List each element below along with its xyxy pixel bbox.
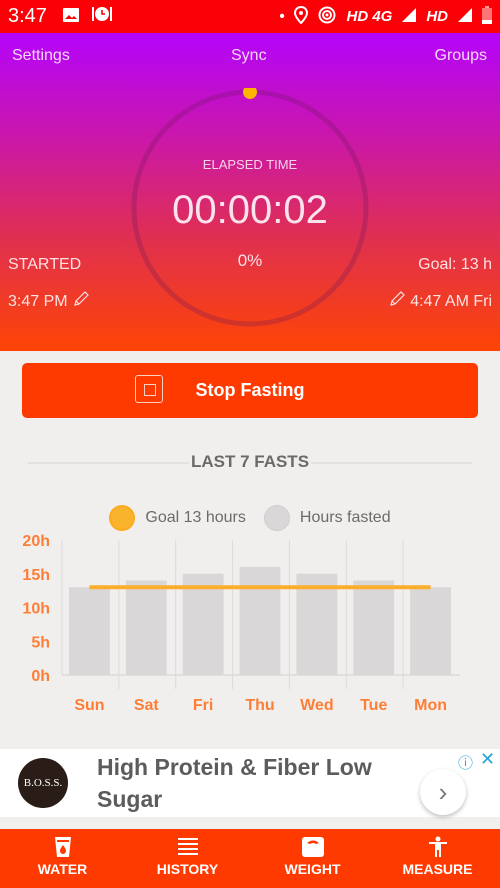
tab-history[interactable]: HISTORY (125, 829, 250, 888)
goal-label[interactable]: Goal: 13 h (418, 256, 492, 274)
legend-goal-swatch (109, 505, 136, 531)
legend-hours-swatch (263, 505, 290, 531)
tab-measure-label: MEASURE (402, 861, 473, 877)
battery-icon (482, 5, 492, 28)
tab-water[interactable]: WATER (0, 829, 125, 888)
legend-goal-label: Goal 13 hours (145, 509, 246, 526)
started-label: STARTED (8, 256, 82, 273)
bar-thu (239, 567, 281, 675)
goal-end-value: 4:47 AM Fri (410, 292, 492, 310)
image-icon (62, 6, 79, 28)
x-tick-label: Fri (193, 697, 213, 714)
status-time: 3:47 (8, 5, 47, 27)
stop-fasting-label: Stop Fasting (195, 380, 305, 400)
y-tick-label: 5h (31, 634, 50, 651)
section-title: LAST 7 FASTS (188, 452, 312, 472)
bar-tue (353, 580, 395, 675)
network-label-1: HD 4G (346, 8, 393, 25)
dot-icon: • (279, 8, 285, 25)
started-time-edit[interactable]: 3:47 PM (8, 290, 90, 313)
settings-link[interactable]: Settings (12, 47, 70, 65)
y-tick-label: 20h (22, 533, 50, 550)
legend-item-hours: Hours fasted (263, 505, 391, 531)
bottom-nav: WATER HISTORY WEIGHT MEASURE (0, 829, 500, 888)
ad-logo[interactable]: B.O.S.S. (18, 758, 68, 808)
legend-item-goal: Goal 13 hours (109, 505, 246, 531)
ad-banner[interactable]: B.O.S.S. High Protein & Fiber Low Sugar … (0, 749, 500, 817)
bar-mon (410, 587, 451, 675)
pencil-icon[interactable] (388, 290, 406, 313)
chart-legend: Goal 13 hours Hours fasted (0, 505, 500, 531)
info-icon[interactable]: ⓘ (458, 752, 473, 773)
bar-sat (125, 580, 167, 675)
x-tick-label: Tue (360, 697, 387, 714)
status-bar: 3:47 • HD 4G HD (0, 0, 500, 33)
tab-history-label: HISTORY (156, 861, 219, 877)
hotspot-icon (318, 6, 336, 28)
x-tick-label: Sat (134, 697, 160, 714)
tab-weight[interactable]: WEIGHT (250, 829, 375, 888)
y-tick-label: 10h (22, 601, 50, 618)
bar-sun (69, 587, 110, 675)
goal-end-edit[interactable]: 4:47 AM Fri (388, 290, 492, 313)
water-glass-icon (54, 837, 71, 857)
person-measure-icon (428, 836, 447, 857)
stop-icon (135, 375, 163, 403)
ad-headline[interactable]: High Protein & Fiber Low Sugar (97, 751, 397, 815)
tab-weight-label: WEIGHT (284, 861, 341, 877)
elapsed-time-label: ELAPSED TIME (202, 157, 298, 172)
progress-ring-knob[interactable] (243, 88, 257, 99)
x-tick-label: Thu (245, 697, 274, 714)
section-header: LAST 7 FASTS (28, 452, 472, 472)
ad-logo-text: B.O.S.S. (23, 777, 63, 789)
y-tick-label: 0h (31, 668, 50, 685)
signal-icon (402, 7, 417, 26)
location-icon (294, 5, 309, 28)
x-tick-label: Sun (74, 697, 104, 714)
chevron-right-icon: › (438, 776, 448, 807)
x-tick-label: Mon (414, 697, 447, 714)
last-fasts-chart: 0h 5h 10h 15h 20h Sun Sat Fri Thu Wed Tue Mon (22, 533, 460, 714)
ad-arrow-button[interactable]: › (420, 769, 466, 815)
fasting-timer-panel: Settings Sync Groups ELAPSED TIME 00:00:… (0, 33, 500, 351)
list-icon (177, 838, 198, 855)
started-time-value: 3:47 PM (8, 292, 68, 310)
tab-water-label: WATER (37, 861, 88, 877)
y-tick-label: 15h (22, 567, 50, 584)
stop-fasting-button[interactable]: Stop Fasting (22, 363, 478, 418)
close-icon[interactable]: ✕ (480, 749, 495, 770)
groups-link[interactable]: Groups (435, 47, 487, 65)
network-label-2: HD (426, 8, 448, 25)
x-tick-label: Wed (300, 697, 333, 714)
legend-hours-label: Hours fasted (299, 509, 391, 526)
sync-link[interactable]: Sync (231, 47, 267, 65)
elapsed-time-value: 00:00:02 (172, 188, 328, 232)
tab-measure[interactable]: MEASURE (375, 829, 500, 888)
signal-icon (458, 7, 472, 26)
pencil-icon[interactable] (72, 290, 90, 313)
scale-icon (301, 837, 324, 857)
alarm-food-icon (91, 6, 113, 28)
